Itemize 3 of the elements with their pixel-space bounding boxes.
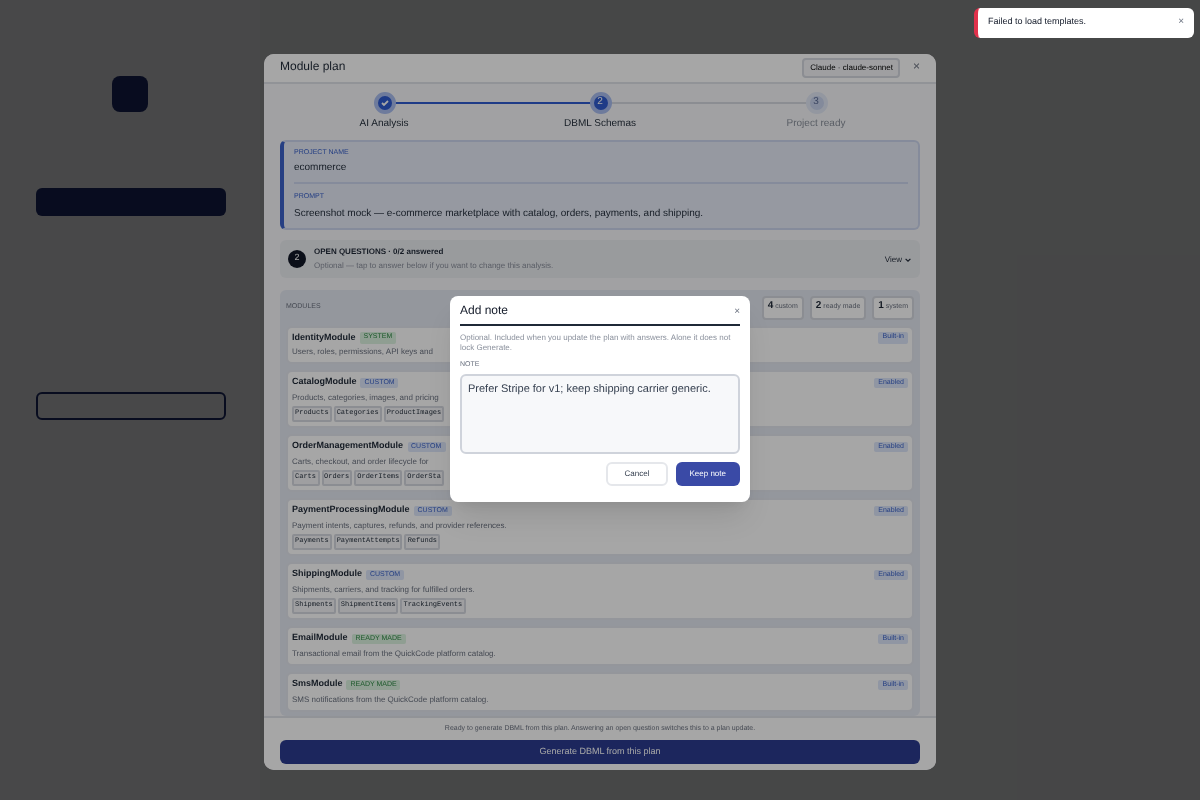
chevron-down-icon xyxy=(904,255,912,263)
app-logo-icon xyxy=(112,76,148,112)
check-icon xyxy=(379,98,389,108)
